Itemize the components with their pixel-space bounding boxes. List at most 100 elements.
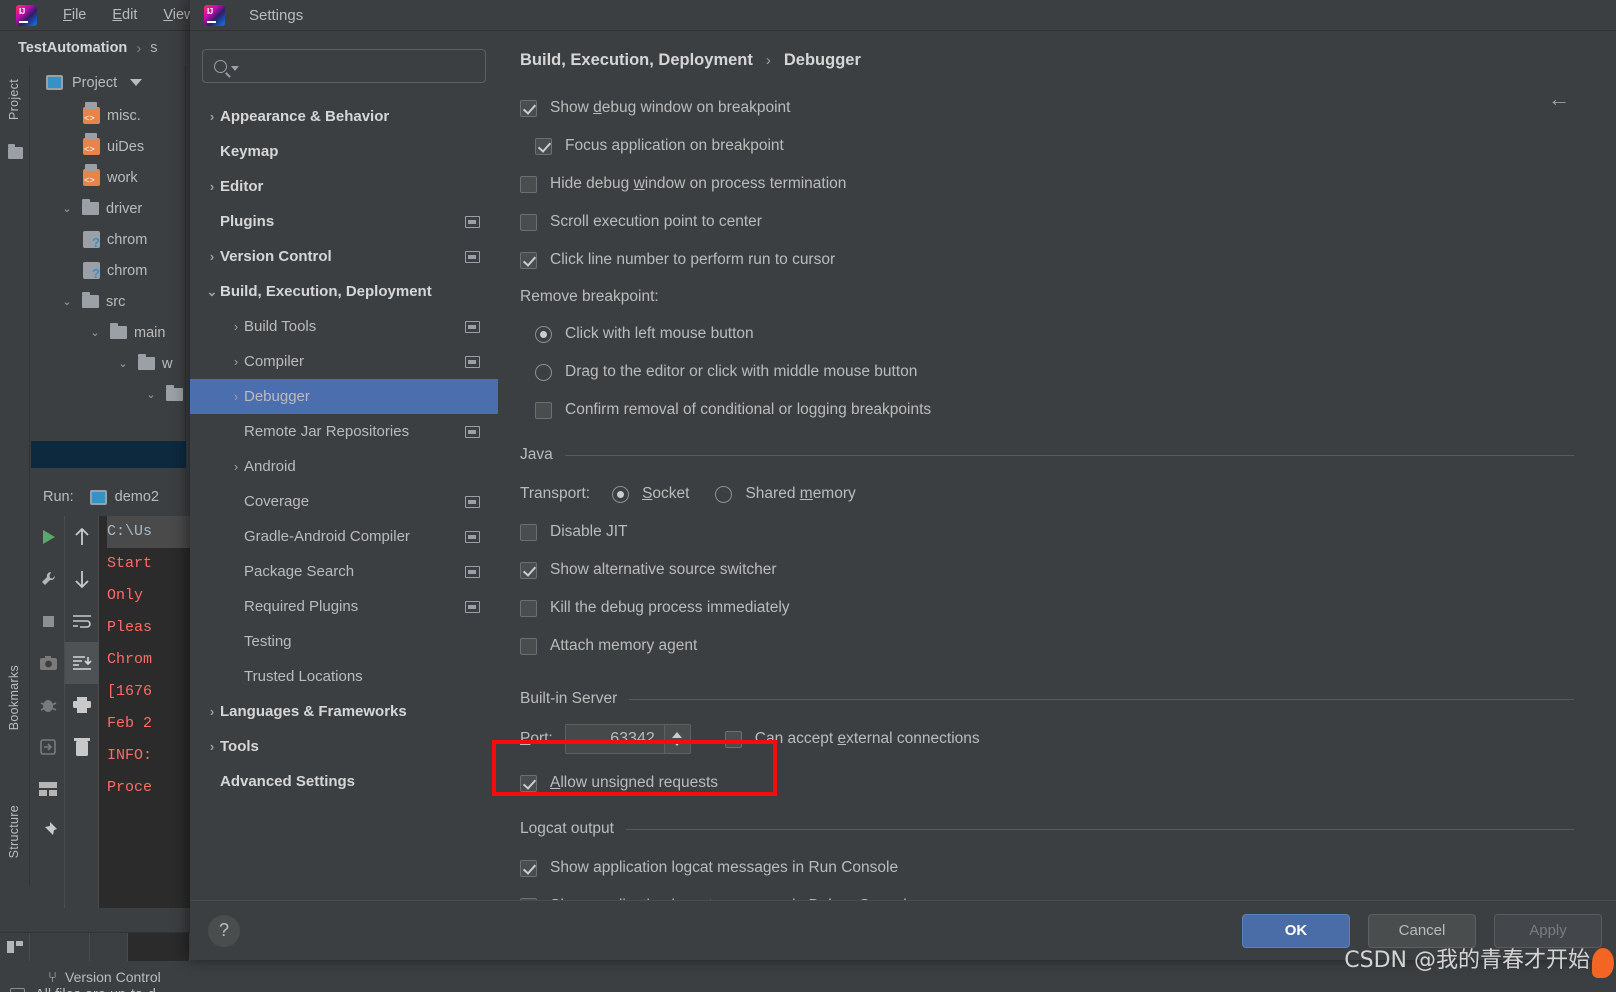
radio-icon[interactable] (535, 363, 552, 381)
chevron-down-icon[interactable]: ⌄ (115, 357, 131, 370)
list-item[interactable]: ⌄ driver (31, 193, 185, 224)
sidebar-item-required-plugins[interactable]: Required Plugins (190, 589, 498, 624)
checkbox-icon[interactable] (520, 523, 537, 541)
checkbox-icon[interactable] (520, 859, 537, 877)
checkbox-show-debug-window[interactable]: Show debug window on breakpoint (520, 89, 1616, 127)
sidebar-item-remote-jar-repositories[interactable]: Remote Jar Repositories (190, 414, 498, 449)
sidebar-item-trusted-locations[interactable]: Trusted Locations (190, 659, 498, 694)
list-item[interactable]: chrom (31, 255, 185, 286)
trash-icon[interactable] (65, 726, 99, 768)
help-button[interactable]: ? (208, 914, 240, 947)
checkbox-icon[interactable] (724, 730, 742, 748)
checkbox-icon[interactable] (520, 213, 537, 231)
sidebar-item-build-execution-deployment[interactable]: ⌄ Build, Execution, Deployment (190, 274, 498, 309)
list-item[interactable]: chrom (31, 224, 185, 255)
sidebar-item-editor[interactable]: › Editor (190, 169, 498, 204)
soft-wrap-icon[interactable] (65, 600, 99, 642)
chevron-right-icon[interactable]: › (228, 389, 244, 404)
stepper-up-icon[interactable] (672, 732, 683, 738)
sidebar-item-debugger[interactable]: › Debugger (190, 379, 498, 414)
checkbox-icon[interactable] (520, 99, 537, 117)
sidebar-item-bookmarks[interactable]: Bookmarks (7, 665, 21, 730)
radio-remove-left-click[interactable]: Click with left mouse button (520, 315, 1616, 353)
sidebar-item-project[interactable]: Project (7, 79, 21, 120)
ok-button[interactable]: OK (1242, 913, 1350, 948)
chevron-right-icon[interactable]: › (204, 739, 220, 754)
sidebar-item-coverage[interactable]: Coverage (190, 484, 498, 519)
up-arrow-icon[interactable] (65, 516, 99, 558)
checkbox-icon[interactable] (535, 401, 552, 419)
layout-icon[interactable] (0, 933, 30, 961)
debug-bug-icon[interactable] (31, 684, 65, 726)
sidebar-item-package-search[interactable]: Package Search (190, 554, 498, 589)
checkbox-attach-memory-agent[interactable]: Attach memory agent (520, 627, 1616, 665)
chevron-right-icon[interactable]: › (228, 459, 244, 474)
checkbox-icon[interactable] (520, 561, 537, 579)
sidebar-item-tools[interactable]: › Tools (190, 729, 498, 764)
checkbox-icon[interactable] (520, 774, 537, 792)
checkbox-alternative-source-switcher[interactable]: Show alternative source switcher (520, 551, 1616, 589)
chevron-right-icon[interactable]: › (204, 249, 220, 264)
breadcrumb-next[interactable]: s (150, 40, 157, 56)
project-selected-file-row[interactable] (31, 441, 186, 468)
sidebar-item-appearance-behavior[interactable]: › Appearance & Behavior (190, 99, 498, 134)
sidebar-item-build-tools[interactable]: › Build Tools (190, 309, 498, 344)
sidebar-item-testing[interactable]: Testing (190, 624, 498, 659)
chevron-down-icon[interactable]: ⌄ (143, 388, 159, 401)
print-icon[interactable] (65, 684, 99, 726)
port-input[interactable]: 63342 (564, 724, 665, 754)
sidebar-item-keymap[interactable]: Keymap (190, 134, 498, 169)
sidebar-item-structure[interactable]: Structure (7, 805, 21, 858)
layout-panels-icon[interactable] (31, 768, 65, 810)
chevron-right-icon[interactable]: › (228, 354, 244, 369)
menu-file[interactable]: File (63, 7, 86, 23)
search-input[interactable] (245, 58, 485, 74)
settings-search-box[interactable] (202, 49, 486, 83)
checkbox-kill-debug-process[interactable]: Kill the debug process immediately (520, 589, 1616, 627)
checkbox-hide-debug-window[interactable]: Hide debug window on process termination (520, 165, 1616, 203)
down-arrow-icon[interactable] (65, 558, 99, 600)
stepper-down-icon[interactable] (672, 740, 683, 746)
list-item[interactable]: ⌄ src (31, 286, 185, 317)
radio-icon[interactable] (612, 485, 630, 503)
chevron-right-icon[interactable]: › (204, 109, 220, 124)
list-item[interactable]: work (31, 162, 185, 193)
scroll-to-end-icon[interactable] (65, 642, 99, 684)
checkbox-scroll-execution-point[interactable]: Scroll execution point to center (520, 203, 1616, 241)
checkbox-icon[interactable] (520, 175, 537, 193)
sidebar-item-gradle-android-compiler[interactable]: Gradle-Android Compiler (190, 519, 498, 554)
radio-icon[interactable] (715, 485, 733, 503)
sidebar-item-plugins[interactable]: Plugins (190, 204, 498, 239)
back-arrow-icon[interactable]: ← (1548, 88, 1570, 110)
import-arrow-icon[interactable] (31, 726, 65, 768)
menu-edit[interactable]: Edit (112, 7, 137, 23)
screenshot-camera-icon[interactable] (31, 642, 65, 684)
chevron-down-icon[interactable]: ⌄ (59, 295, 75, 308)
checkbox-icon[interactable] (520, 599, 537, 617)
checkbox-icon[interactable] (520, 251, 537, 269)
checkbox-focus-application[interactable]: Focus application on breakpoint (520, 127, 1616, 165)
checkbox-logcat-debug-console[interactable]: Show application logcat messages in Debu… (520, 887, 1616, 900)
checkbox-disable-jit[interactable]: Disable JIT (520, 513, 1616, 551)
chevron-down-icon[interactable]: ⌄ (87, 326, 103, 339)
checkbox-logcat-run-console[interactable]: Show application logcat messages in Run … (520, 849, 1616, 887)
checkbox-icon[interactable] (520, 637, 537, 655)
run-config-name[interactable]: demo2 (115, 489, 159, 505)
radio-remove-drag[interactable]: Drag to the editor or click with middle … (520, 353, 1616, 391)
breadcrumb-project-name[interactable]: TestAutomation (18, 40, 127, 56)
stop-button[interactable] (31, 600, 65, 642)
list-item[interactable]: ⌄ main (31, 317, 185, 348)
chevron-right-icon[interactable]: › (228, 319, 244, 334)
checkbox-icon[interactable] (535, 137, 552, 155)
checkbox-click-line-number[interactable]: Click line number to perform run to curs… (520, 241, 1616, 279)
chevron-down-icon[interactable] (231, 65, 239, 71)
checkbox-allow-unsigned-requests[interactable]: Allow unsigned requests (520, 759, 1616, 807)
chevron-down-icon[interactable] (130, 79, 143, 86)
checkbox-confirm-removal[interactable]: Confirm removal of conditional or loggin… (520, 391, 1616, 429)
chevron-right-icon[interactable]: › (204, 179, 220, 194)
list-item[interactable]: misc. (31, 100, 185, 131)
settings-wrench-button[interactable] (31, 558, 65, 600)
sidebar-item-languages-frameworks[interactable]: › Languages & Frameworks (190, 694, 498, 729)
sidebar-item-advanced-settings[interactable]: Advanced Settings (190, 764, 498, 799)
list-item[interactable]: ⌄ w (31, 348, 185, 379)
